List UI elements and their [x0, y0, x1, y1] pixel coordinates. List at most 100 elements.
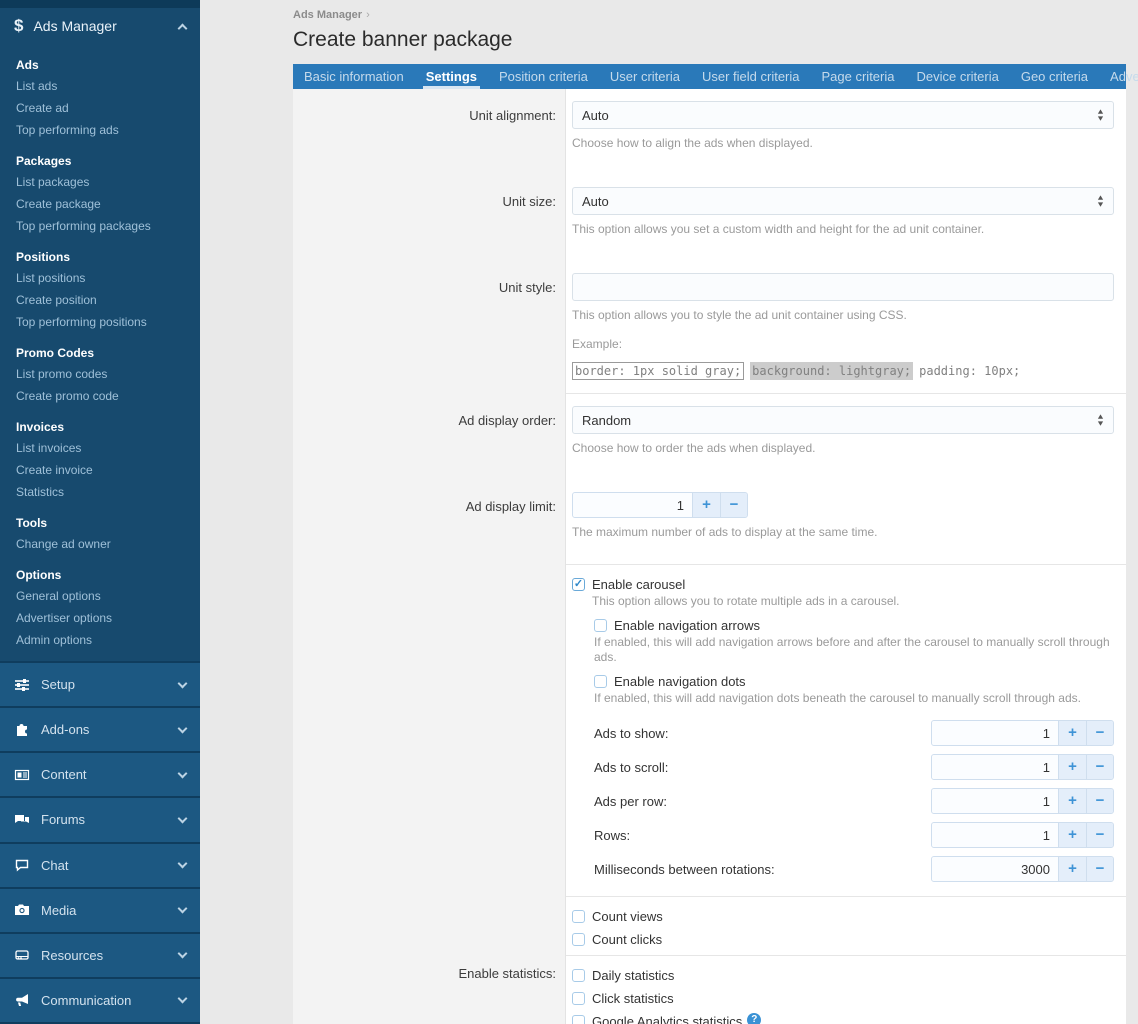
tab-geo-criteria[interactable]: Geo criteria: [1010, 64, 1099, 89]
tab-basic-information[interactable]: Basic information: [293, 64, 415, 89]
daily-statistics-label: Daily statistics: [592, 967, 674, 984]
enable-carousel-checkbox[interactable]: ✓: [572, 578, 585, 591]
chevron-down-icon: [178, 994, 188, 1004]
sidebar-section-forums[interactable]: Forums: [0, 796, 200, 841]
sidebar-item-create-invoice[interactable]: Create invoice: [16, 459, 200, 481]
milliseconds-decrement-button[interactable]: −: [1086, 857, 1113, 881]
ads-per-row-label: Ads per row:: [594, 794, 667, 809]
rows-decrement-button[interactable]: −: [1086, 823, 1113, 847]
sidebar-item-advertiser-options[interactable]: Advertiser options: [16, 607, 200, 629]
sidebar-section-content[interactable]: Content: [0, 751, 200, 796]
enable-statistics-label: Enable statistics:: [293, 956, 566, 1024]
sidebar-item-statistics[interactable]: Statistics: [16, 481, 200, 503]
sidebar-item-create-package[interactable]: Create package: [16, 193, 200, 215]
ads-to-scroll-increment-button[interactable]: +: [1059, 755, 1086, 779]
tab-position-criteria[interactable]: Position criteria: [488, 64, 599, 89]
sidebar-section-resources[interactable]: Resources: [0, 932, 200, 977]
sidebar-item-change-ad-owner[interactable]: Change ad owner: [16, 533, 200, 555]
unit-size-label: Unit size:: [293, 175, 566, 261]
unit-size-select[interactable]: Auto: [572, 187, 1114, 215]
unit-size-selected-value: Auto: [582, 194, 1097, 209]
sidebar-item-list-packages[interactable]: List packages: [16, 171, 200, 193]
ad-display-order-selected-value: Random: [582, 413, 1097, 428]
unit-style-label: Unit style:: [293, 261, 566, 393]
milliseconds-between-rotations-input[interactable]: [932, 857, 1059, 881]
breadcrumb-link-ads-manager[interactable]: Ads Manager: [293, 9, 362, 21]
sidebar-group-options: Options: [16, 568, 200, 582]
count-views-checkbox[interactable]: [572, 910, 585, 923]
sidebar-section-chat[interactable]: Chat: [0, 842, 200, 887]
tab-user-criteria[interactable]: User criteria: [599, 64, 691, 89]
sidebar-item-list-promo-codes[interactable]: List promo codes: [16, 363, 200, 385]
click-statistics-checkbox[interactable]: [572, 992, 585, 1005]
sidebar-section-label: Communication: [41, 993, 179, 1008]
help-icon[interactable]: ?: [747, 1013, 761, 1024]
sidebar-section-media[interactable]: Media: [0, 887, 200, 932]
breadcrumb-separator: ›: [366, 9, 370, 21]
sidebar-item-top-performing-positions[interactable]: Top performing positions: [16, 311, 200, 333]
dollar-icon: $: [14, 16, 23, 36]
ad-display-limit-increment-button[interactable]: +: [693, 493, 720, 517]
select-arrows-icon: [1097, 109, 1104, 121]
code-background-sample: background: lightgray;: [750, 362, 913, 380]
tab-user-field-criteria[interactable]: User field criteria: [691, 64, 811, 89]
tab-advertising[interactable]: Advertising: [1099, 64, 1138, 89]
newspaper-icon: [14, 767, 31, 783]
daily-statistics-checkbox[interactable]: [572, 969, 585, 982]
rows-input[interactable]: [932, 823, 1059, 847]
enable-navigation-arrows-checkbox[interactable]: [594, 619, 607, 632]
ads-to-scroll-decrement-button[interactable]: −: [1086, 755, 1113, 779]
select-arrows-icon: [1097, 195, 1104, 207]
unit-style-hint: This option allows you to style the ad u…: [572, 308, 1114, 323]
sidebar-section-label: Forums: [41, 812, 179, 827]
breadcrumb: Ads Manager ›: [293, 6, 1126, 21]
sidebar-item-admin-options[interactable]: Admin options: [16, 629, 200, 651]
sidebar-item-top-performing-ads[interactable]: Top performing ads: [16, 119, 200, 141]
ad-display-limit-input[interactable]: [573, 493, 693, 517]
milliseconds-increment-button[interactable]: +: [1059, 857, 1086, 881]
tab-device-criteria[interactable]: Device criteria: [905, 64, 1009, 89]
sidebar-item-top-performing-packages[interactable]: Top performing packages: [16, 215, 200, 237]
ads-to-show-input[interactable]: [932, 721, 1059, 745]
ads-to-scroll-input[interactable]: [932, 755, 1059, 779]
ad-display-order-select[interactable]: Random: [572, 406, 1114, 434]
sidebar-header-ads-manager[interactable]: $ Ads Manager: [0, 8, 200, 46]
code-padding-sample: padding: 10px;: [919, 364, 1020, 378]
sidebar-section-setup[interactable]: Setup: [0, 661, 200, 706]
rows-increment-button[interactable]: +: [1059, 823, 1086, 847]
chat-bubble-icon: [14, 857, 31, 873]
ad-display-limit-decrement-button[interactable]: −: [720, 493, 747, 517]
unit-style-input[interactable]: [572, 273, 1114, 301]
tab-settings[interactable]: Settings: [415, 64, 488, 89]
chevron-down-icon: [178, 859, 188, 869]
unit-alignment-select[interactable]: Auto: [572, 101, 1114, 129]
sidebar-item-list-positions[interactable]: List positions: [16, 267, 200, 289]
unit-style-example-code: border: 1px solid gray;background: light…: [572, 361, 1114, 381]
ads-to-show-decrement-button[interactable]: −: [1086, 721, 1113, 745]
count-clicks-checkbox[interactable]: [572, 933, 585, 946]
sidebar-group-packages: Packages: [16, 154, 200, 168]
ads-per-row-decrement-button[interactable]: −: [1086, 789, 1113, 813]
unit-alignment-label: Unit alignment:: [293, 89, 566, 175]
sidebar-item-create-position[interactable]: Create position: [16, 289, 200, 311]
tab-page-criteria[interactable]: Page criteria: [811, 64, 906, 89]
ads-per-row-input[interactable]: [932, 789, 1059, 813]
sidebar-section-add-ons[interactable]: Add-ons: [0, 706, 200, 751]
sidebar-section-label: Add-ons: [41, 722, 179, 737]
google-analytics-statistics-checkbox[interactable]: [572, 1015, 585, 1024]
enable-carousel-hint: This option allows you to rotate multipl…: [592, 594, 1114, 609]
sidebar-item-list-invoices[interactable]: List invoices: [16, 437, 200, 459]
sidebar-section-communication[interactable]: Communication: [0, 977, 200, 1022]
unit-alignment-selected-value: Auto: [582, 108, 1097, 123]
ads-to-show-increment-button[interactable]: +: [1059, 721, 1086, 745]
sidebar-item-general-options[interactable]: General options: [16, 585, 200, 607]
enable-navigation-dots-checkbox[interactable]: [594, 675, 607, 688]
sidebar-item-create-promo-code[interactable]: Create promo code: [16, 385, 200, 407]
enable-navigation-arrows-hint: If enabled, this will add navigation arr…: [594, 635, 1114, 665]
sidebar-item-list-ads[interactable]: List ads: [16, 75, 200, 97]
sidebar-header-label: Ads Manager: [33, 18, 179, 34]
ads-per-row-increment-button[interactable]: +: [1059, 789, 1086, 813]
chevron-down-icon: [178, 678, 188, 688]
sidebar-item-create-ad[interactable]: Create ad: [16, 97, 200, 119]
count-views-label: Count views: [592, 908, 663, 925]
